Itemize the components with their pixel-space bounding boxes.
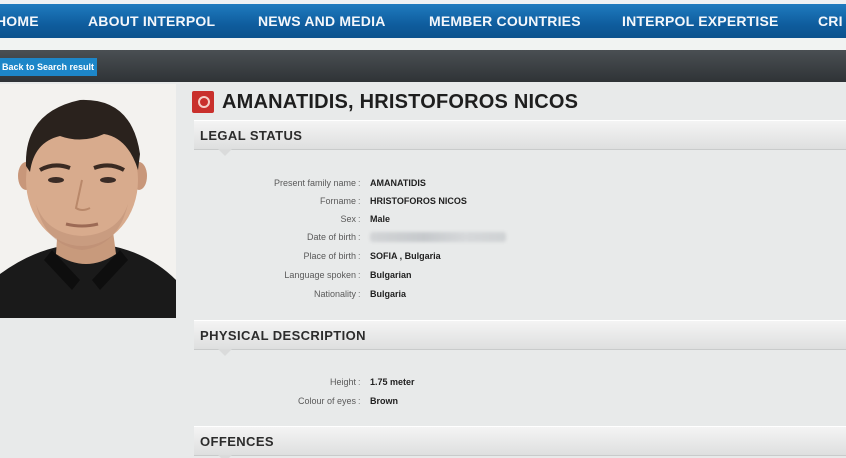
field-value: AMANATIDIS — [370, 178, 426, 188]
field-colon: : — [358, 289, 361, 299]
notice-page: HOME ABOUT INTERPOL NEWS AND MEDIA MEMBE… — [0, 0, 846, 458]
redacted-date-of-birth — [370, 232, 506, 242]
field-label: Present family name — [273, 178, 356, 188]
offences-heading: OFFENCES — [200, 434, 274, 449]
field-label: Date of birth — [306, 232, 356, 242]
field-label: Colour of eyes — [297, 396, 356, 406]
field-colon: : — [358, 178, 361, 188]
field-nationality: Nationality : Bulgaria — [190, 286, 846, 302]
field-place-of-birth: Place of birth : SOFIA , Bulgaria — [190, 248, 846, 264]
physical-description-heading: PHYSICAL DESCRIPTION — [200, 328, 366, 343]
main-navigation: HOME ABOUT INTERPOL NEWS AND MEDIA MEMBE… — [0, 4, 846, 38]
field-language-spoken: Language spoken : Bulgarian — [190, 267, 846, 283]
field-value: Bulgarian — [370, 270, 412, 280]
offences-header: OFFENCES — [194, 426, 846, 458]
field-family-name: Present family name : AMANATIDIS — [190, 175, 846, 191]
field-value: Brown — [370, 396, 398, 406]
person-name-title: AMANATIDIS, HRISTOFOROS NICOS — [222, 91, 579, 113]
red-notice-icon — [192, 91, 214, 113]
legal-status-heading: LEGAL STATUS — [200, 128, 303, 143]
field-value: HRISTOFOROS NICOS — [370, 196, 467, 206]
notice-details: AMANATIDIS, HRISTOFOROS NICOS LEGAL STAT… — [190, 84, 846, 458]
legal-status-header: LEGAL STATUS — [194, 120, 846, 156]
nav-crime-areas[interactable]: CRI — [818, 4, 843, 38]
physical-description-header: PHYSICAL DESCRIPTION — [194, 320, 846, 356]
field-label: Language spoken — [284, 270, 356, 280]
field-sex: Sex : Male — [190, 211, 846, 227]
field-label: Nationality — [313, 289, 356, 299]
field-height: Height : 1.75 meter — [190, 374, 846, 390]
person-photo — [0, 84, 176, 318]
field-colon: : — [358, 251, 361, 261]
field-colon: : — [358, 232, 361, 242]
field-label: Height — [329, 377, 356, 387]
field-value: SOFIA , Bulgaria — [370, 251, 441, 261]
nav-interpol-expertise[interactable]: INTERPOL EXPERTISE — [622, 4, 779, 38]
field-label: Place of birth — [303, 251, 356, 261]
field-date-of-birth: Date of birth : — [190, 229, 846, 245]
back-bar: Back to Search result — [0, 50, 846, 82]
nav-member-countries[interactable]: MEMBER COUNTRIES — [429, 4, 581, 38]
field-value: Male — [370, 214, 391, 224]
field-colon: : — [358, 396, 361, 406]
person-photo-image — [0, 84, 176, 318]
field-label: Sex — [340, 214, 356, 224]
field-colon: : — [358, 270, 361, 280]
field-value: Bulgaria — [370, 289, 407, 299]
field-value: 1.75 meter — [370, 377, 415, 387]
nav-home[interactable]: HOME — [0, 4, 39, 38]
field-label: Forname — [319, 196, 356, 206]
field-forename: Forname : HRISTOFOROS NICOS — [190, 193, 846, 209]
field-colon: : — [358, 214, 361, 224]
back-to-search-button[interactable]: Back to Search result — [0, 58, 98, 76]
field-colon: : — [358, 377, 361, 387]
field-colour-of-eyes: Colour of eyes : Brown — [190, 393, 846, 409]
field-colon: : — [358, 196, 361, 206]
nav-spacer — [0, 38, 846, 50]
nav-about-interpol[interactable]: ABOUT INTERPOL — [88, 4, 215, 38]
nav-news-and-media[interactable]: NEWS AND MEDIA — [258, 4, 386, 38]
